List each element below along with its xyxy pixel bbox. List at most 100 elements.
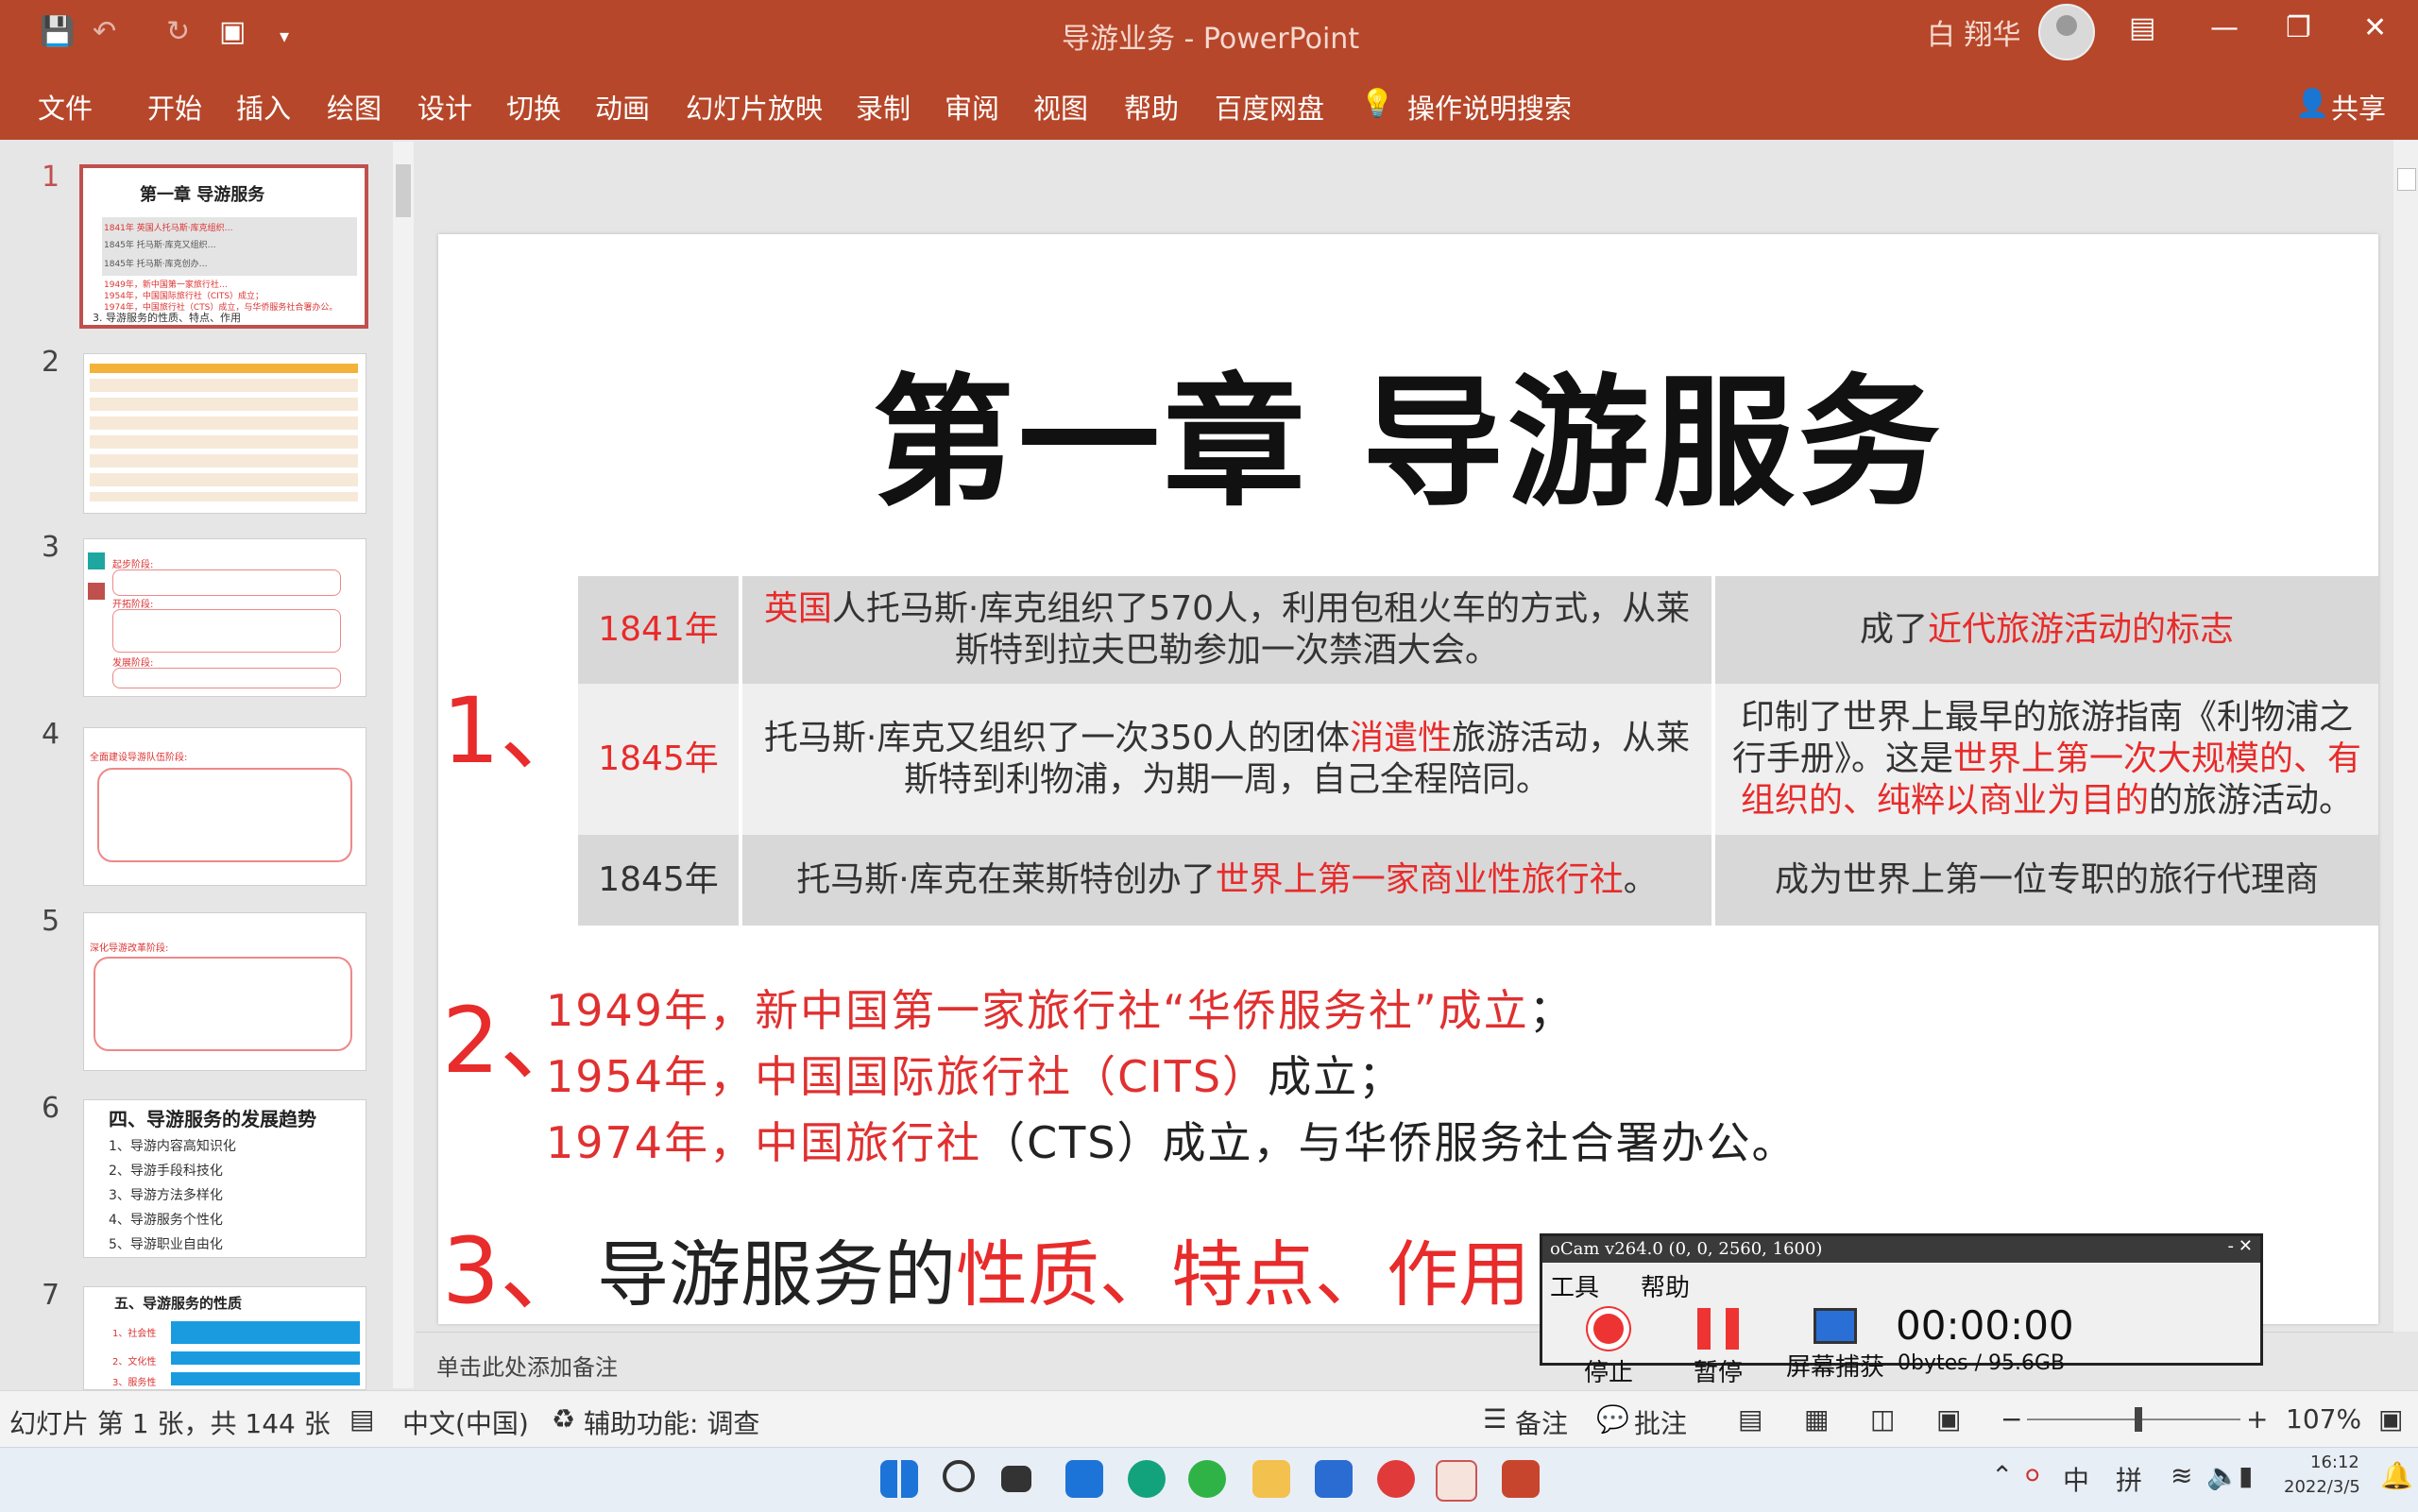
slide-thumbnail-4[interactable]: 全面建设导游队伍阶段: bbox=[83, 727, 366, 886]
restore-icon[interactable]: ❐ bbox=[2286, 11, 2311, 44]
widgets-icon[interactable] bbox=[1065, 1460, 1103, 1498]
pause-button[interactable]: 暂停 bbox=[1680, 1308, 1756, 1388]
current-slide[interactable]: 第一章 导游服务 1、 1841年 英国人托马斯·库克组织了570人，利用包租火… bbox=[438, 234, 2378, 1324]
slide-thumbnail-2[interactable] bbox=[83, 353, 366, 514]
tab-transitions[interactable]: 切换 bbox=[506, 87, 561, 127]
minimize-icon[interactable]: - bbox=[2228, 1236, 2235, 1256]
thumbnail-scrollbar[interactable] bbox=[393, 142, 414, 1388]
tab-view[interactable]: 视图 bbox=[1033, 87, 1088, 127]
comments-button[interactable]: 批注 bbox=[1634, 1403, 1687, 1441]
powerpoint-taskbar-icon[interactable] bbox=[1502, 1460, 1540, 1498]
tab-file[interactable]: 文件 bbox=[38, 87, 93, 127]
clock-time[interactable]: 16:12 bbox=[2310, 1453, 2359, 1472]
thumb-number: 6 bbox=[42, 1092, 60, 1125]
minimize-icon[interactable]: — bbox=[2210, 11, 2239, 44]
volume-icon[interactable]: 🔈 bbox=[2206, 1460, 2239, 1491]
screen-capture-button[interactable]: 屏幕捕获 bbox=[1779, 1308, 1892, 1383]
tab-animations[interactable]: 动画 bbox=[595, 87, 650, 127]
file-explorer-icon[interactable] bbox=[1252, 1460, 1290, 1498]
section-3-heading[interactable]: 导游服务的性质、特点、作用 bbox=[597, 1216, 1530, 1320]
tab-draw[interactable]: 绘图 bbox=[327, 87, 382, 127]
zoom-slider-thumb[interactable] bbox=[2135, 1407, 2142, 1432]
tab-slideshow[interactable]: 幻灯片放映 bbox=[686, 87, 823, 127]
undo-icon[interactable]: ↶ bbox=[93, 15, 116, 48]
slide-thumbnail-1[interactable]: 第一章 导游服务 1841年 英国人托马斯·库克组织… 1845年 托马斯·库克… bbox=[79, 164, 368, 329]
zoom-in-icon[interactable]: + bbox=[2246, 1403, 2268, 1435]
tab-design[interactable]: 设计 bbox=[417, 87, 472, 127]
slide-thumbnail-3[interactable]: 起步阶段: 开拓阶段: 发展阶段: bbox=[83, 538, 366, 697]
recorder-menu-help[interactable]: 帮助 bbox=[1641, 1268, 1690, 1303]
share-button[interactable]: 共享 bbox=[2331, 87, 2386, 127]
year-cell: 1841年 bbox=[578, 576, 742, 684]
ocam-recorder-window[interactable]: oCam v264.0 (0, 0, 2560, 1600) - ✕ 工具 帮助… bbox=[1540, 1233, 2263, 1387]
share-icon[interactable]: 👤 bbox=[2295, 87, 2329, 120]
tab-review[interactable]: 审阅 bbox=[945, 87, 999, 127]
table-row: 1841年 英国人托马斯·库克组织了570人，利用包租火车的方式，从莱斯特到拉夫… bbox=[578, 576, 2378, 689]
close-icon[interactable]: ✕ bbox=[2239, 1236, 2253, 1256]
dictionary-app-icon[interactable] bbox=[1315, 1460, 1353, 1498]
present-from-start-icon[interactable]: ▣ bbox=[219, 15, 246, 48]
ime-mode[interactable]: 中 bbox=[2063, 1460, 2089, 1498]
comments-icon: 💬 bbox=[1596, 1403, 1629, 1435]
spellcheck-icon[interactable]: ▤ bbox=[349, 1403, 374, 1435]
user-name[interactable]: 白 翔华 bbox=[1927, 11, 2021, 53]
monitor-icon bbox=[1814, 1308, 1857, 1344]
sec2-line: 1974年，中国旅行社（CTS）成立，与华侨服务社合署办公。 bbox=[546, 1117, 1797, 1168]
event-cell: 英国人托马斯·库克组织了570人，利用包租火车的方式，从莱斯特到拉夫巴勒参加一次… bbox=[742, 576, 1715, 684]
normal-view-icon[interactable]: ▤ bbox=[1738, 1403, 1762, 1435]
search-icon[interactable] bbox=[943, 1460, 975, 1492]
battery-icon[interactable]: ▮ bbox=[2239, 1460, 2253, 1491]
slide-title[interactable]: 第一章 导游服务 bbox=[438, 329, 2378, 534]
task-view-icon[interactable] bbox=[1001, 1466, 1031, 1492]
zoom-level[interactable]: 107% bbox=[2286, 1403, 2361, 1435]
slide-counter: 幻灯片 第 1 张，共 144 张 bbox=[9, 1408, 331, 1439]
slide-thumbnail-7[interactable]: 五、导游服务的性质 1、社会性 2、文化性 3、服务性 bbox=[83, 1286, 366, 1390]
table-row: 1845年 托马斯·库克在莱斯特创办了世界上第一家商业性旅行社。 成为世界上第一… bbox=[578, 835, 2378, 931]
vertical-scrollbar[interactable] bbox=[2393, 140, 2418, 1332]
year-cell: 1845年 bbox=[578, 684, 742, 835]
edge-icon[interactable] bbox=[1128, 1460, 1166, 1498]
accessibility-icon: ♻ bbox=[552, 1403, 576, 1435]
significance-cell: 成了近代旅游活动的标志 bbox=[1859, 610, 2235, 649]
lightbulb-icon[interactable]: 💡 bbox=[1360, 87, 1394, 120]
redo-icon[interactable]: ↻ bbox=[166, 15, 190, 48]
reading-view-icon[interactable]: ◫ bbox=[1870, 1403, 1895, 1435]
tell-me-search[interactable]: 操作说明搜索 bbox=[1407, 87, 1572, 127]
clock-date[interactable]: 2022/3/5 bbox=[2284, 1477, 2360, 1497]
customize-icon[interactable]: ▾ bbox=[280, 25, 289, 47]
zoom-out-icon[interactable]: − bbox=[2001, 1403, 2022, 1435]
language-status[interactable]: 中文(中国) bbox=[402, 1403, 529, 1441]
notes-placeholder[interactable]: 单击此处添加备注 bbox=[436, 1349, 618, 1382]
zoom-slider[interactable] bbox=[2027, 1419, 2240, 1420]
tab-record[interactable]: 录制 bbox=[856, 87, 911, 127]
stop-button[interactable]: 停止 bbox=[1571, 1308, 1646, 1388]
avatar[interactable] bbox=[2038, 4, 2095, 60]
tray-security-icon[interactable]: ⚪ bbox=[2021, 1460, 2043, 1491]
tab-home[interactable]: 开始 bbox=[147, 87, 202, 127]
tray-chevron-icon[interactable]: ⌃ bbox=[1991, 1460, 2013, 1491]
event-cell: 托马斯·库克又组织了一次350人的团体消遣性旅游活动，从莱斯特到利物浦，为期一周… bbox=[742, 684, 1715, 835]
close-icon[interactable]: ✕ bbox=[2363, 11, 2387, 44]
recorder-menu-tools[interactable]: 工具 bbox=[1550, 1268, 1599, 1303]
wechat-icon[interactable] bbox=[1188, 1460, 1226, 1498]
section-2-textbox[interactable]: 1949年，新中国第一家旅行社“华侨服务社”成立； 1954年，中国国际旅行社（… bbox=[542, 971, 2138, 1171]
ocam-taskbar-icon[interactable] bbox=[1436, 1460, 1477, 1502]
slide-thumbnail-5[interactable]: 深化导游改革阶段: bbox=[83, 912, 366, 1071]
ime-pinyin[interactable]: 拼 bbox=[2116, 1460, 2142, 1498]
slide-sorter-icon[interactable]: ▦ bbox=[1804, 1403, 1829, 1435]
ribbon-display-icon[interactable]: ▤ bbox=[2129, 11, 2155, 44]
tab-baidu-netdisk[interactable]: 百度网盘 bbox=[1215, 87, 1324, 127]
slide-thumbnail-6[interactable]: 四、导游服务的发展趋势 1、导游内容高知识化 2、导游手段科技化 3、导游方法多… bbox=[83, 1099, 366, 1258]
start-icon[interactable] bbox=[880, 1460, 918, 1498]
save-icon[interactable]: 💾 bbox=[40, 15, 75, 48]
tab-help[interactable]: 帮助 bbox=[1124, 87, 1179, 127]
wifi-icon[interactable]: ≋ bbox=[2171, 1460, 2192, 1491]
slideshow-view-icon[interactable]: ▣ bbox=[1936, 1403, 1961, 1435]
notes-button[interactable]: 备注 bbox=[1515, 1403, 1568, 1441]
netease-music-icon[interactable] bbox=[1377, 1460, 1415, 1498]
notification-icon[interactable]: 🔔 bbox=[2380, 1460, 2413, 1491]
accessibility-status[interactable]: 辅助功能: 调查 bbox=[584, 1403, 759, 1441]
year-cell: 1845年 bbox=[578, 835, 742, 926]
tab-insert[interactable]: 插入 bbox=[236, 87, 291, 127]
fit-to-window-icon[interactable]: ▣ bbox=[2378, 1403, 2403, 1435]
